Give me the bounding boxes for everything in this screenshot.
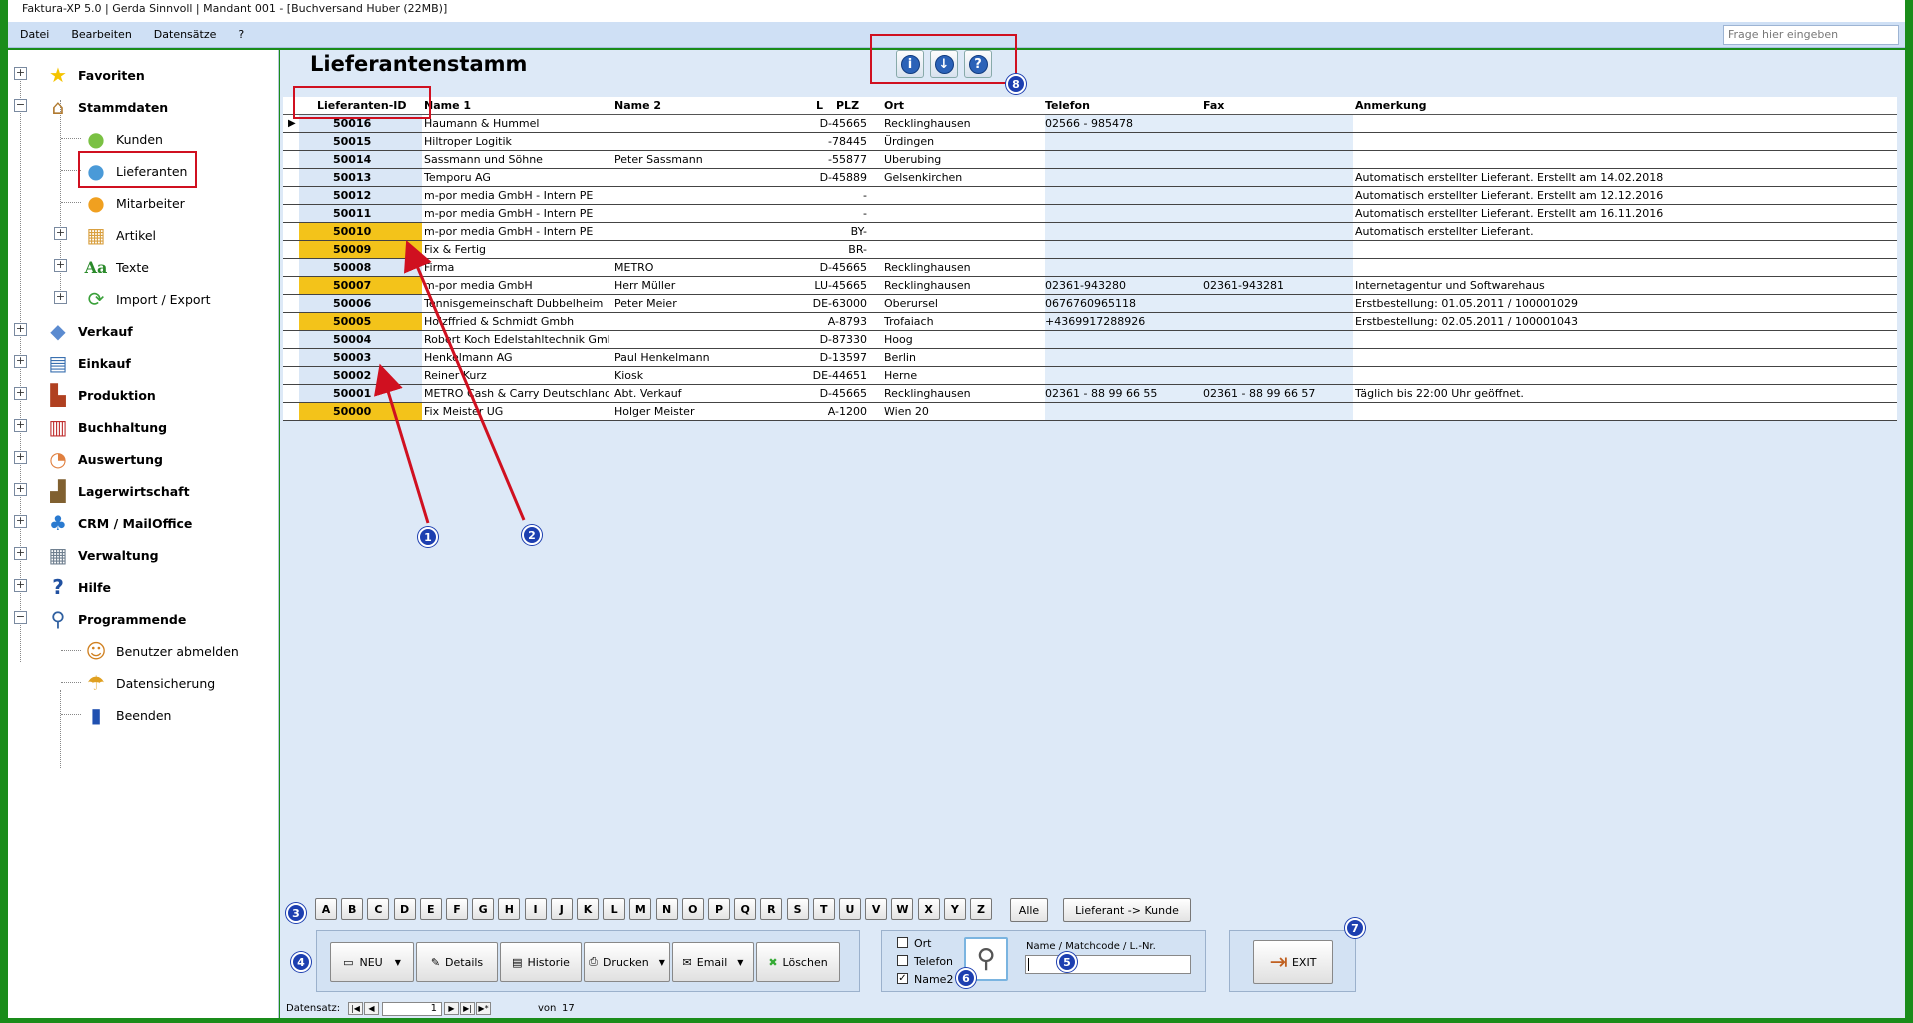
last-record-icon[interactable]: ▶| xyxy=(460,1002,475,1015)
text-caret xyxy=(1028,958,1029,971)
dropdown-arrow-icon: ▼ xyxy=(737,957,744,967)
print-button-label: Drucken xyxy=(602,955,649,969)
details-button-label: Details xyxy=(445,955,484,969)
letter-button-i[interactable]: I xyxy=(524,898,547,920)
next-record-icon[interactable]: ▶ xyxy=(444,1002,459,1015)
record-of-label: von xyxy=(538,1003,557,1014)
letter-button-b[interactable]: B xyxy=(341,898,364,920)
name2-checkbox[interactable]: ✓ xyxy=(897,973,908,984)
letter-button-m[interactable]: M xyxy=(629,898,652,920)
letter-button-o[interactable]: O xyxy=(681,898,704,920)
telefon-checkbox-label: Telefon xyxy=(914,955,954,968)
letter-button-t[interactable]: T xyxy=(812,898,835,920)
exit-button[interactable]: ⇥ EXIT xyxy=(1253,940,1333,984)
dropdown-arrow-icon: ▼ xyxy=(394,957,401,967)
letter-button-s[interactable]: S xyxy=(786,898,809,920)
arrow-2 xyxy=(403,240,526,521)
email-button-label: Email xyxy=(696,955,728,969)
first-record-icon[interactable]: |◀ xyxy=(348,1002,363,1015)
details-icon: ✎ xyxy=(430,955,441,969)
search-input[interactable] xyxy=(1025,955,1191,974)
callout-badge-6: 6 xyxy=(956,968,976,988)
callout-badge-4: 4 xyxy=(291,952,311,972)
record-number-input[interactable]: 1 xyxy=(382,1002,442,1016)
record-navigator: Datensatz: |◀ ◀ 1 ▶ ▶| ▶* von 17 xyxy=(280,1000,1905,1018)
delete-button[interactable]: ✖ Löschen xyxy=(756,942,840,982)
callout-badge-2: 2 xyxy=(522,525,542,545)
new-doc-icon: ▭ xyxy=(343,955,354,969)
new-button-label: NEU xyxy=(359,955,383,969)
arrow-1 xyxy=(374,363,430,524)
letter-button-k[interactable]: K xyxy=(577,898,599,920)
record-label: Datensatz: xyxy=(286,1003,341,1014)
letter-button-q[interactable]: Q xyxy=(734,898,757,920)
search-field-label: Name / Matchcode / L.-Nr. xyxy=(1026,941,1156,952)
letter-button-y[interactable]: Y xyxy=(943,898,966,920)
letter-button-g[interactable]: G xyxy=(472,898,495,920)
callout-badge-1: 1 xyxy=(418,527,438,547)
new-record-icon[interactable]: ▶* xyxy=(476,1002,491,1015)
name2-checkbox-label: Name2 xyxy=(914,973,954,986)
convert-to-customer-button[interactable]: Lieferant -> Kunde xyxy=(1063,898,1191,922)
exit-button-label: EXIT xyxy=(1291,955,1317,969)
letter-button-l[interactable]: L xyxy=(603,898,626,920)
history-button-label: Historie xyxy=(527,955,570,969)
letter-button-e[interactable]: E xyxy=(419,898,442,920)
history-button[interactable]: ▤ Historie xyxy=(500,942,582,982)
new-button[interactable]: ▭ NEU ▼ xyxy=(330,942,414,982)
print-button[interactable]: ⎙ Drucken ▼ xyxy=(584,942,670,982)
letter-button-x[interactable]: X xyxy=(917,898,940,920)
letter-button-u[interactable]: U xyxy=(839,898,861,920)
ort-checkbox-label: Ort xyxy=(914,937,932,950)
letter-button-c[interactable]: C xyxy=(367,898,390,920)
callout-badge-3: 3 xyxy=(286,903,306,923)
history-icon: ▤ xyxy=(512,955,523,969)
details-button[interactable]: ✎ Details xyxy=(416,942,498,982)
callout-badge-7: 7 xyxy=(1345,918,1365,938)
envelope-icon: ✉ xyxy=(682,955,692,969)
letter-button-j[interactable]: J xyxy=(550,898,573,920)
email-button[interactable]: ✉ Email ▼ xyxy=(672,942,754,982)
all-button[interactable]: Alle xyxy=(1010,898,1048,922)
letter-button-d[interactable]: D xyxy=(393,898,416,920)
prev-record-icon[interactable]: ◀ xyxy=(364,1002,379,1015)
letter-button-f[interactable]: F xyxy=(446,898,468,920)
annotation-arrows xyxy=(374,240,526,524)
magnifier-icon: ⚲ xyxy=(976,944,996,974)
letter-button-h[interactable]: H xyxy=(498,898,521,920)
letter-button-w[interactable]: W xyxy=(891,898,914,920)
letter-button-z[interactable]: Z xyxy=(970,898,992,920)
letter-button-p[interactable]: P xyxy=(708,898,730,920)
exit-door-icon: ⇥ xyxy=(1269,949,1288,975)
delete-button-label: Löschen xyxy=(782,955,828,969)
letter-button-a[interactable]: A xyxy=(315,898,337,920)
delete-icon: ✖ xyxy=(768,955,778,969)
letter-button-n[interactable]: N xyxy=(655,898,678,920)
callout-badge-5: 5 xyxy=(1057,952,1077,972)
telefon-checkbox[interactable] xyxy=(897,955,908,966)
printer-icon: ⎙ xyxy=(589,955,598,968)
ort-checkbox[interactable] xyxy=(897,937,908,948)
dropdown-arrow-icon: ▼ xyxy=(658,957,665,967)
record-total: 17 xyxy=(562,1003,575,1014)
letter-button-r[interactable]: R xyxy=(760,898,783,920)
letter-button-v[interactable]: V xyxy=(865,898,888,920)
